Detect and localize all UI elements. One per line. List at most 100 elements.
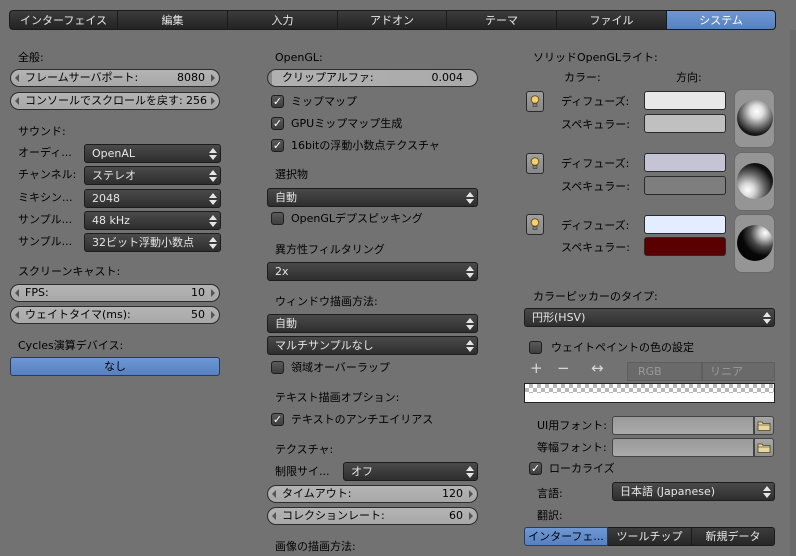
multisample-select[interactable]: マルチサンプルなし <box>267 336 478 355</box>
anisotropic-select[interactable]: 2x <box>267 262 478 281</box>
decrement-arrow-icon[interactable] <box>15 311 19 319</box>
light-1-toggle[interactable] <box>526 91 544 112</box>
tab-editing[interactable]: 編集 <box>118 10 228 30</box>
texture-collection-label: コレクションレート: <box>282 509 385 522</box>
audio-device-select[interactable]: OpenAL <box>84 144 221 163</box>
increment-arrow-icon[interactable] <box>211 289 215 297</box>
ui-font-field[interactable] <box>612 416 754 435</box>
light-1-direction-sphere[interactable] <box>734 89 775 148</box>
mono-font-browse-button[interactable] <box>754 438 774 457</box>
light-1-direction-ball <box>737 100 773 136</box>
mixing-buffer-select[interactable]: 2048 <box>84 189 221 208</box>
texture-collection-value: 60 <box>449 509 463 522</box>
console-scroll-field[interactable]: コンソールでスクロールを戻す: 256 <box>10 92 220 110</box>
light-3-specular-swatch[interactable] <box>644 237 726 256</box>
channels-select[interactable]: ステレオ <box>84 166 221 185</box>
add-stop-button[interactable]: + <box>530 361 543 376</box>
color-picker-heading: カラーピッカーのタイプ: <box>533 290 658 303</box>
light-2-toggle[interactable] <box>526 153 544 174</box>
light-3-direction-sphere[interactable] <box>734 214 775 273</box>
interpolation-value: リニア <box>710 365 743 378</box>
updown-arrow-icon <box>763 311 771 324</box>
texture-timeout-field[interactable]: タイムアウト: 120 <box>267 485 478 503</box>
light-1-specular-swatch[interactable] <box>644 114 726 133</box>
localize-checkbox[interactable]: ✓ <box>529 462 542 475</box>
text-antialias-label: テキストのアンチエイリアス <box>291 413 434 426</box>
depth-picking-checkbox[interactable] <box>271 212 284 225</box>
mipmap-checkbox[interactable]: ✓ <box>271 95 284 108</box>
color-mode-select[interactable]: RGB <box>627 362 702 381</box>
tab-file[interactable]: ファイル <box>557 10 667 30</box>
light-1-diffuse-swatch[interactable] <box>644 91 726 110</box>
weight-paint-checkbox[interactable] <box>529 341 542 354</box>
screencast-fps-value: 10 <box>191 286 205 299</box>
tab-input[interactable]: 入力 <box>228 10 338 30</box>
increment-arrow-icon[interactable] <box>211 74 215 82</box>
decrement-arrow-icon[interactable] <box>272 490 276 498</box>
mono-font-field[interactable] <box>612 438 754 457</box>
weight-paint-label: ウェイトペイントの色の設定 <box>551 341 694 354</box>
increment-arrow-icon[interactable] <box>469 490 473 498</box>
region-overlap-label: 領域オーバーラップ <box>291 361 390 374</box>
color-ramp-preview[interactable] <box>524 383 775 403</box>
light-3-toggle[interactable] <box>526 214 544 235</box>
color-picker-select[interactable]: 円形(HSV) <box>524 308 775 327</box>
tab-addons[interactable]: アドオン <box>338 10 447 30</box>
sample-rate-label: サンプル... <box>18 213 73 226</box>
text-antialias-checkbox[interactable]: ✓ <box>271 413 284 426</box>
texture-collection-field[interactable]: コレクションレート: 60 <box>267 507 478 525</box>
clip-alpha-slider[interactable]: クリップアルファ: 0.004 <box>267 69 478 87</box>
translate-tooltips-button[interactable]: ツールチップ <box>608 527 692 546</box>
sample-format-select[interactable]: 32ビット浮動小数点 <box>84 233 221 252</box>
localize-label: ローカライズ <box>549 462 615 475</box>
tab-interface[interactable]: インターフェイス <box>9 10 118 30</box>
increment-arrow-icon[interactable] <box>211 97 215 105</box>
channels-label: チャンネル: <box>18 168 77 181</box>
increment-arrow-icon[interactable] <box>469 512 473 520</box>
selection-select[interactable]: 自動 <box>267 188 478 207</box>
tab-themes[interactable]: テーマ <box>447 10 557 30</box>
light-3-specular-label: スペキュラー: <box>561 241 630 254</box>
light-2-direction-sphere[interactable] <box>734 152 775 211</box>
region-overlap-checkbox[interactable] <box>271 361 284 374</box>
decrement-arrow-icon[interactable] <box>272 512 276 520</box>
screencast-fps-field[interactable]: FPS: 10 <box>10 284 220 302</box>
multisample-value: マルチサンプルなし <box>275 339 374 352</box>
frame-server-port-field[interactable]: フレームサーバポート: 8080 <box>10 69 220 87</box>
texture-limit-select[interactable]: オフ <box>343 462 478 481</box>
gpu-mipmap-checkbox[interactable]: ✓ <box>271 117 284 130</box>
light-2-specular-swatch[interactable] <box>644 176 726 195</box>
light-2-diffuse-swatch[interactable] <box>644 153 726 172</box>
interpolation-select[interactable]: リニア <box>702 362 775 381</box>
translate-new-data-button[interactable]: 新規データ <box>692 527 775 546</box>
sample-rate-select[interactable]: 48 kHz <box>84 211 221 230</box>
updown-arrow-icon <box>763 485 771 498</box>
remove-stop-button[interactable]: − <box>557 361 570 376</box>
updown-arrow-icon <box>466 317 474 330</box>
mono-font-label: 等幅フォント: <box>537 441 607 454</box>
texture-limit-label: 制限サイ... <box>275 465 330 478</box>
screencast-wait-value: 50 <box>191 308 205 321</box>
decrement-arrow-icon[interactable] <box>15 289 19 297</box>
tab-system[interactable]: システム <box>667 10 776 30</box>
anisotropic-heading: 異方性フィルタリング <box>275 243 385 256</box>
language-select[interactable]: 日本語 (Japanese) <box>612 482 775 501</box>
float-texture-checkbox[interactable]: ✓ <box>271 139 284 152</box>
translate-interface-button[interactable]: インターフェ... <box>524 527 608 546</box>
lightbulb-icon <box>530 95 540 107</box>
decrement-arrow-icon[interactable] <box>15 97 19 105</box>
increment-arrow-icon[interactable] <box>211 311 215 319</box>
screencast-heading: スクリーンキャスト: <box>18 265 121 278</box>
decrement-arrow-icon[interactable] <box>15 74 19 82</box>
window-draw-select[interactable]: 自動 <box>267 314 478 333</box>
texture-timeout-label: タイムアウト: <box>282 487 352 500</box>
ui-font-browse-button[interactable] <box>754 416 774 435</box>
flip-ramp-icon[interactable]: ↔ <box>591 361 604 376</box>
cycles-device-button[interactable]: なし <box>10 357 220 376</box>
screencast-wait-field[interactable]: ウェイトタイマ(ms): 50 <box>10 306 220 324</box>
updown-arrow-icon <box>466 465 474 478</box>
scrollbar[interactable] <box>790 30 796 556</box>
clip-alpha-label: クリップアルファ: <box>282 71 374 84</box>
light-3-diffuse-swatch[interactable] <box>644 215 726 234</box>
updown-arrow-icon <box>466 191 474 204</box>
